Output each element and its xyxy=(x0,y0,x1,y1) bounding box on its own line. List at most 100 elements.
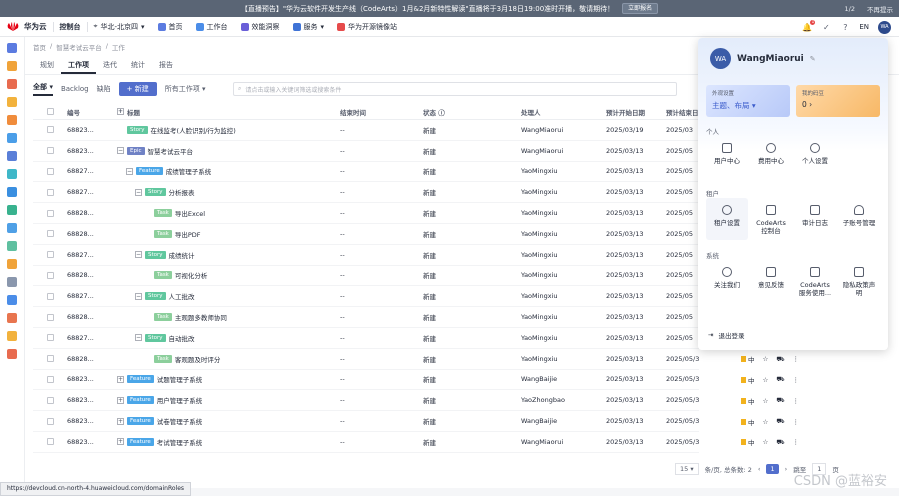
menu-feedback[interactable]: 意见反馈 xyxy=(750,260,792,302)
menu-personal-settings[interactable]: 个人设置 xyxy=(794,136,836,178)
table-row[interactable]: 68827... − Story 人工批改 -- 新建 YaoMingxiu 2025/03/… xyxy=(33,286,699,308)
huawei-cloud-logo[interactable]: 华为云 xyxy=(6,21,47,32)
table-row[interactable]: 68823... + Feature 考试管理子系统 -- 新建 WangMiaorui 20… xyxy=(33,432,699,453)
nav-home[interactable]: 首页 xyxy=(157,22,183,32)
sidebar-icon-8[interactable] xyxy=(7,187,17,197)
sidebar-icon-12[interactable] xyxy=(7,259,17,269)
current-page[interactable]: 1 xyxy=(766,464,779,474)
row-checkbox[interactable] xyxy=(46,355,54,363)
item-title[interactable]: 可视化分析 xyxy=(175,270,208,280)
expand-toggle-icon[interactable]: − xyxy=(117,147,124,155)
row-checkbox[interactable] xyxy=(46,126,54,134)
item-title[interactable]: 主观题多教师协同 xyxy=(175,312,227,322)
menu-logo-icon[interactable] xyxy=(7,43,17,53)
sidebar-icon-4[interactable] xyxy=(7,115,17,125)
item-assignee[interactable]: YaoMingxiu xyxy=(521,334,606,342)
priority-cell[interactable]: 中 xyxy=(741,396,755,406)
table-row[interactable]: 68827... − Story 自动批改 -- 新建 YaoMingxiu 2025/03/… xyxy=(33,328,699,349)
all-items-dropdown[interactable]: 所有工作项 ▾ xyxy=(165,84,206,94)
header-end-time[interactable]: 结束时间 xyxy=(340,107,423,117)
item-status[interactable]: 新建 xyxy=(423,208,521,218)
tab-iteration[interactable]: 迭代 xyxy=(96,58,124,74)
tab-work-items[interactable]: 工作项 xyxy=(61,58,96,74)
star-icon[interactable]: ☆ xyxy=(763,418,769,426)
sidebar-icon-13[interactable] xyxy=(7,277,17,287)
sidebar-icon-9[interactable] xyxy=(7,205,17,215)
row-checkbox[interactable] xyxy=(46,292,54,300)
row-checkbox[interactable] xyxy=(46,271,54,279)
cart-icon[interactable]: ⛟ xyxy=(776,396,784,405)
item-assignee[interactable]: YaoMingxiu xyxy=(521,271,606,279)
expand-toggle-icon[interactable]: − xyxy=(135,251,142,259)
banner-pager[interactable]: 1/2 xyxy=(845,5,855,13)
priority-cell[interactable]: 中 xyxy=(741,354,755,364)
row-checkbox[interactable] xyxy=(46,251,54,259)
item-status[interactable]: 新建 xyxy=(423,291,521,301)
user-avatar-button[interactable]: WA xyxy=(878,20,891,34)
item-title[interactable]: 试卷管理子系统 xyxy=(157,416,203,426)
filter-all[interactable]: 全部 ▾ xyxy=(33,82,53,96)
header-title[interactable]: 标题 xyxy=(127,107,140,117)
item-assignee[interactable]: YaoMingxiu xyxy=(521,292,606,300)
row-checkbox[interactable] xyxy=(46,147,54,155)
row-checkbox[interactable] xyxy=(46,167,54,175)
expand-toggle-icon[interactable]: + xyxy=(117,417,124,425)
item-assignee[interactable]: WangMiaorui xyxy=(521,438,606,446)
header-status-cell[interactable]: 状态 ⓘ xyxy=(423,107,521,117)
edit-icon[interactable]: ✎ xyxy=(810,55,816,63)
expand-toggle-icon[interactable]: + xyxy=(117,396,124,404)
item-assignee[interactable]: WangBaijie xyxy=(521,417,606,425)
sidebar-icon-2[interactable] xyxy=(7,79,17,89)
expand-all-icon[interactable]: + xyxy=(117,108,124,115)
menu-follow-us[interactable]: 关注我们 xyxy=(706,260,748,302)
item-assignee[interactable]: YaoMingxiu xyxy=(521,251,606,259)
header-start-date[interactable]: 预计开始日期 xyxy=(606,107,666,117)
cart-icon[interactable]: ⛟ xyxy=(776,438,784,447)
expand-toggle-icon[interactable]: + xyxy=(117,438,124,446)
priority-cell[interactable]: 中 xyxy=(741,437,755,447)
item-assignee[interactable]: YaoMingxiu xyxy=(521,355,606,363)
row-checkbox[interactable] xyxy=(46,334,54,342)
page-size-select[interactable]: 15 ▾ xyxy=(675,463,699,475)
header-assignee[interactable]: 处理人 xyxy=(521,107,606,117)
console-link[interactable]: 控制台 xyxy=(60,22,81,32)
banner-dismiss-link[interactable]: 不再提示 xyxy=(867,4,893,14)
item-title[interactable]: 考试管理子系统 xyxy=(157,437,203,447)
sidebar-icon-14[interactable] xyxy=(7,295,17,305)
item-assignee[interactable]: YaoMingxiu xyxy=(521,209,606,217)
item-assignee[interactable]: YaoMingxiu xyxy=(521,167,606,175)
row-checkbox[interactable] xyxy=(46,209,54,217)
item-title[interactable]: 分析报表 xyxy=(169,187,195,197)
banner-signup-button[interactable]: 立即报名 xyxy=(622,3,659,14)
row-checkbox[interactable] xyxy=(46,375,54,383)
sidebar-icon-15[interactable] xyxy=(7,313,17,323)
item-title[interactable]: 智慧考试云平台 xyxy=(148,146,194,156)
help-icon[interactable]: ⓘ xyxy=(438,109,445,117)
item-status[interactable]: 新建 xyxy=(423,416,521,426)
more-icon[interactable]: ⋮ xyxy=(793,438,800,446)
expand-toggle-icon[interactable]: − xyxy=(126,167,133,175)
expand-toggle-icon[interactable]: − xyxy=(135,292,142,300)
more-icon[interactable]: ⋮ xyxy=(793,397,800,405)
item-status[interactable]: 新建 xyxy=(423,333,521,343)
sidebar-icon-11[interactable] xyxy=(7,241,17,251)
row-checkbox[interactable] xyxy=(46,313,54,321)
code-beans-card[interactable]: 我的码豆 0 › xyxy=(796,85,880,117)
table-row[interactable]: 68823... + Feature 试卷管理子系统 -- 新建 WangBaijie 202… xyxy=(33,411,699,432)
item-title[interactable]: 用户管理子系统 xyxy=(157,395,203,405)
filter-defect[interactable]: 缺陷 xyxy=(97,84,111,94)
cart-icon[interactable]: ⛟ xyxy=(776,375,784,384)
next-page-icon[interactable]: › xyxy=(785,465,788,473)
item-assignee[interactable]: YaoMingxiu xyxy=(521,188,606,196)
table-row[interactable]: 68828... Task 可视化分析 -- 新建 YaoMingxiu 2025/03/1… xyxy=(33,266,699,287)
language-switch[interactable]: EN xyxy=(859,23,869,31)
table-row[interactable]: 68827... − Feature 成绩管理子系统 -- 新建 YaoMingxiu 202… xyxy=(33,162,699,183)
filter-backlog[interactable]: Backlog xyxy=(61,85,89,93)
sidebar-icon-6[interactable] xyxy=(7,151,17,161)
menu-user-center[interactable]: 用户中心 xyxy=(706,136,748,178)
item-title[interactable]: 试题管理子系统 xyxy=(157,374,203,384)
item-status[interactable]: 新建 xyxy=(423,166,521,176)
item-title[interactable]: 成绩管理子系统 xyxy=(166,166,212,176)
item-status[interactable]: 新建 xyxy=(423,187,521,197)
row-checkbox[interactable] xyxy=(46,417,54,425)
